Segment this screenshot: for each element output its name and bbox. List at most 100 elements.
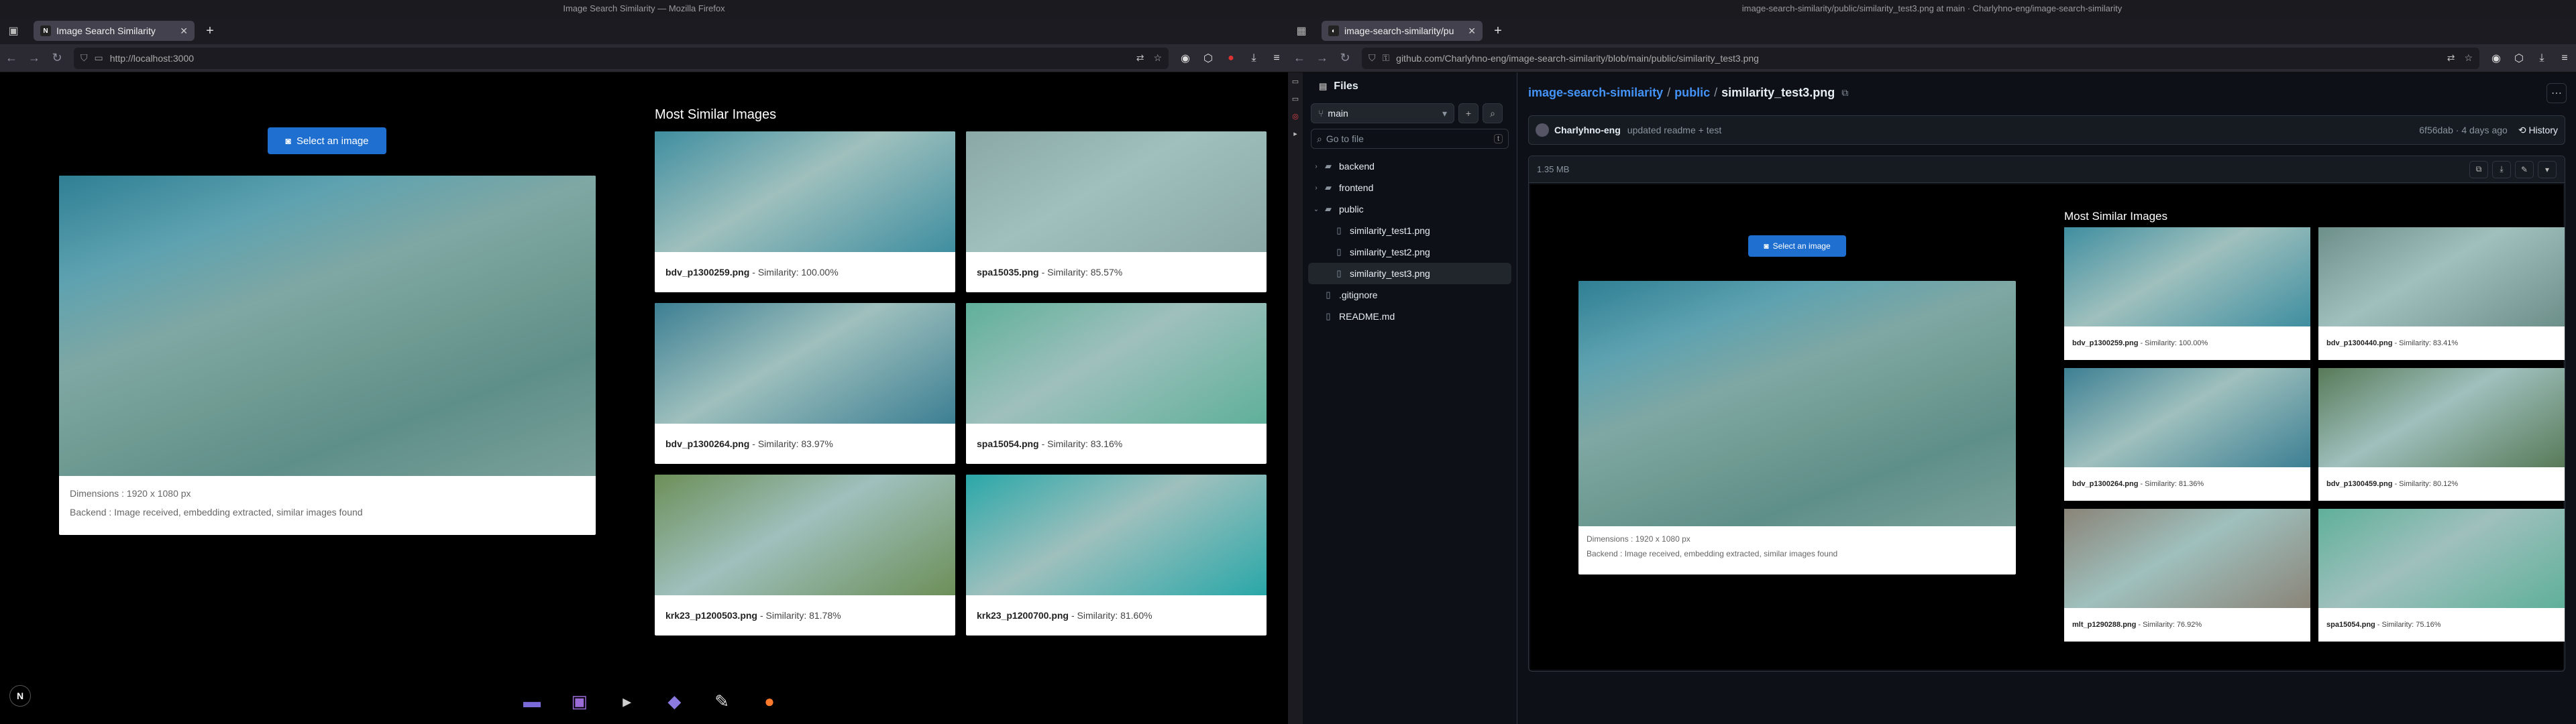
more-options-button[interactable]: ⋯ xyxy=(2546,83,2567,103)
preview-select-label: Select an image xyxy=(1772,241,1831,251)
tree-item[interactable]: › ▰ frontend xyxy=(1308,177,1511,198)
breadcrumb-folder-link[interactable]: public xyxy=(1674,86,1710,100)
result-card[interactable]: spa15035.png - Similarity: 85.57% xyxy=(966,131,1267,292)
download-icon[interactable]: ⤓ xyxy=(1242,47,1265,70)
bookmark-star-icon[interactable]: ☆ xyxy=(1153,52,1162,64)
file-header: 1.35 MB ⧉ ⤓ ✎ ▾ xyxy=(1529,156,2565,183)
sidebar-toggle-icon[interactable]: ▦ xyxy=(1288,17,1315,44)
screenshot-icon[interactable]: ▣ xyxy=(564,686,595,717)
close-tab-icon[interactable]: ✕ xyxy=(180,25,188,37)
history-link[interactable]: ⟲ History xyxy=(2518,125,2558,136)
breadcrumb-repo-link[interactable]: image-search-similarity xyxy=(1528,86,1663,100)
translate-icon[interactable]: ⇄ xyxy=(1136,52,1144,64)
terminal-icon[interactable]: ▸ xyxy=(612,686,643,717)
reload-icon[interactable]: ↻ xyxy=(1334,47,1356,70)
result-image xyxy=(2064,227,2310,326)
tree-item-label: frontend xyxy=(1339,182,1374,193)
sidebar-app-icon[interactable]: ▭ xyxy=(1288,90,1303,107)
tab-image-search[interactable]: N Image Search Similarity ✕ xyxy=(34,21,195,41)
commit-message[interactable]: updated readme + test xyxy=(1627,125,1722,135)
chevron-down-icon[interactable]: ▾ xyxy=(2538,160,2557,178)
branch-select[interactable]: ⑂ main ▾ xyxy=(1311,103,1454,123)
tree-item[interactable]: ▯ similarity_test1.png xyxy=(1308,220,1511,241)
edit-icon[interactable]: ✎ xyxy=(2515,160,2534,178)
copy-icon[interactable]: ⧉ xyxy=(2469,160,2488,178)
nav-bar: ← → ↻ ⛉ ⚿ github.com/Charlyhno-eng/image… xyxy=(1288,44,2576,72)
extensions-icon[interactable]: ⬡ xyxy=(1197,47,1220,70)
go-to-file-input[interactable]: ⌕ Go to file t xyxy=(1311,129,1509,149)
query-image xyxy=(59,176,596,476)
tree-item-label: similarity_test1.png xyxy=(1350,225,1430,236)
back-icon[interactable]: ← xyxy=(1288,47,1311,70)
select-image-button[interactable]: ◙ Select an image xyxy=(268,127,386,154)
new-tab-button[interactable]: + xyxy=(200,21,220,41)
collapse-panel-icon[interactable]: ▤ xyxy=(1319,81,1327,92)
copy-path-icon[interactable]: ⧉ xyxy=(1841,87,1848,99)
close-tab-icon[interactable]: ✕ xyxy=(1468,25,1476,37)
commit-author[interactable]: Charlyhno-eng xyxy=(1554,125,1621,135)
shield-icon[interactable]: ⛉ xyxy=(1368,52,1376,64)
download-icon[interactable]: ⤓ xyxy=(2530,47,2553,70)
result-card[interactable]: spa15054.png - Similarity: 83.16% xyxy=(966,303,1267,464)
account-icon[interactable]: ◉ xyxy=(2485,47,2508,70)
select-image-label: Select an image xyxy=(296,135,369,147)
back-icon[interactable]: ← xyxy=(0,47,23,70)
result-filename: bdv_p1300259.png xyxy=(665,267,750,278)
forward-icon[interactable]: → xyxy=(23,47,46,70)
folder-icon: ▰ xyxy=(1325,182,1332,192)
result-caption: bdv_p1300259.png - Similarity: 100.00% xyxy=(2064,326,2310,360)
menu-icon[interactable]: ≡ xyxy=(1265,47,1288,70)
lock-icon[interactable]: ⚿ xyxy=(1383,52,1390,64)
bookmark-star-icon[interactable]: ☆ xyxy=(2464,52,2473,64)
sidebar-app-icon[interactable]: ▭ xyxy=(1288,72,1303,90)
menu-icon[interactable]: ≡ xyxy=(2553,47,2576,70)
sidebar-app-icon[interactable]: ▸ xyxy=(1288,125,1303,142)
url-bar[interactable]: ⛉ ▭ http://localhost:3000 ⇄ ☆ xyxy=(74,47,1169,69)
result-card[interactable]: bdv_p1300259.png - Similarity: 100.00% xyxy=(655,131,955,292)
tree-item-label: README.md xyxy=(1339,311,1395,322)
tree-item[interactable]: › ▰ backend xyxy=(1308,156,1511,177)
download-icon[interactable]: ⤓ xyxy=(2492,160,2511,178)
result-card: bdv_p1300264.png - Similarity: 81.36% xyxy=(2064,368,2310,501)
extensions-icon[interactable]: ⬡ xyxy=(2508,47,2530,70)
nav-bar: ← → ↻ ⛉ ▭ http://localhost:3000 ⇄ ☆ ◉ ⬡ … xyxy=(0,44,1288,72)
new-tab-button[interactable]: + xyxy=(1488,21,1508,41)
account-icon[interactable]: ◉ xyxy=(1174,47,1197,70)
sidebar-app-icon[interactable]: ◎ xyxy=(1288,107,1303,125)
result-card: spa15054.png - Similarity: 75.16% xyxy=(2318,509,2565,642)
search-button[interactable]: ⌕ xyxy=(1483,103,1503,123)
page-info-icon[interactable]: ▭ xyxy=(95,52,103,64)
commit-meta[interactable]: 6f56dab · 4 days ago xyxy=(2419,125,2508,135)
ublock-icon[interactable]: ● xyxy=(1220,47,1242,70)
chevron-icon: › xyxy=(1315,162,1318,170)
url-bar[interactable]: ⛉ ⚿ github.com/Charlyhno-eng/image-searc… xyxy=(1362,47,2479,69)
files-icon[interactable]: ▬ xyxy=(517,686,547,717)
result-similarity: - Similarity: 83.41% xyxy=(2394,339,2459,347)
add-file-button[interactable]: + xyxy=(1458,103,1479,123)
sidebar-toggle-icon[interactable]: ▣ xyxy=(0,17,27,44)
tree-item[interactable]: ⌄ ▰ public xyxy=(1308,198,1511,220)
editor-icon[interactable]: ✎ xyxy=(706,686,737,717)
tab-github[interactable]: ◐ image-search-similarity/pu ✕ xyxy=(1322,21,1483,41)
result-filename: spa15035.png xyxy=(977,267,1039,278)
result-image xyxy=(2318,227,2565,326)
result-card[interactable]: bdv_p1300264.png - Similarity: 83.97% xyxy=(655,303,955,464)
tree-item[interactable]: ▯ similarity_test3.png xyxy=(1308,263,1511,284)
file-tree: › ▰ backend › ▰ frontend ⌄ ▰ public ▯ similarity_t… xyxy=(1303,156,1517,327)
forward-icon[interactable]: → xyxy=(1311,47,1334,70)
nextjs-dev-icon[interactable]: N xyxy=(9,685,31,707)
reload-icon[interactable]: ↻ xyxy=(46,47,68,70)
shield-icon[interactable]: ⛉ xyxy=(80,52,88,64)
preview-dimensions-text: Dimensions : 1920 x 1080 px xyxy=(1587,534,1690,544)
app-icon[interactable]: ◆ xyxy=(659,686,690,717)
avatar[interactable] xyxy=(1536,123,1549,137)
result-card[interactable]: krk23_p1200700.png - Similarity: 81.60% xyxy=(966,475,1267,636)
result-card[interactable]: krk23_p1200503.png - Similarity: 81.78% xyxy=(655,475,955,636)
tree-item[interactable]: ▯ .gitignore xyxy=(1308,284,1511,306)
tree-item[interactable]: ▯ README.md xyxy=(1308,306,1511,327)
result-image xyxy=(2064,509,2310,608)
tab-title: image-search-similarity/pu xyxy=(1344,25,1454,36)
translate-icon[interactable]: ⇄ xyxy=(2447,52,2455,64)
firefox-icon[interactable]: ● xyxy=(754,686,785,717)
tree-item[interactable]: ▯ similarity_test2.png xyxy=(1308,241,1511,263)
